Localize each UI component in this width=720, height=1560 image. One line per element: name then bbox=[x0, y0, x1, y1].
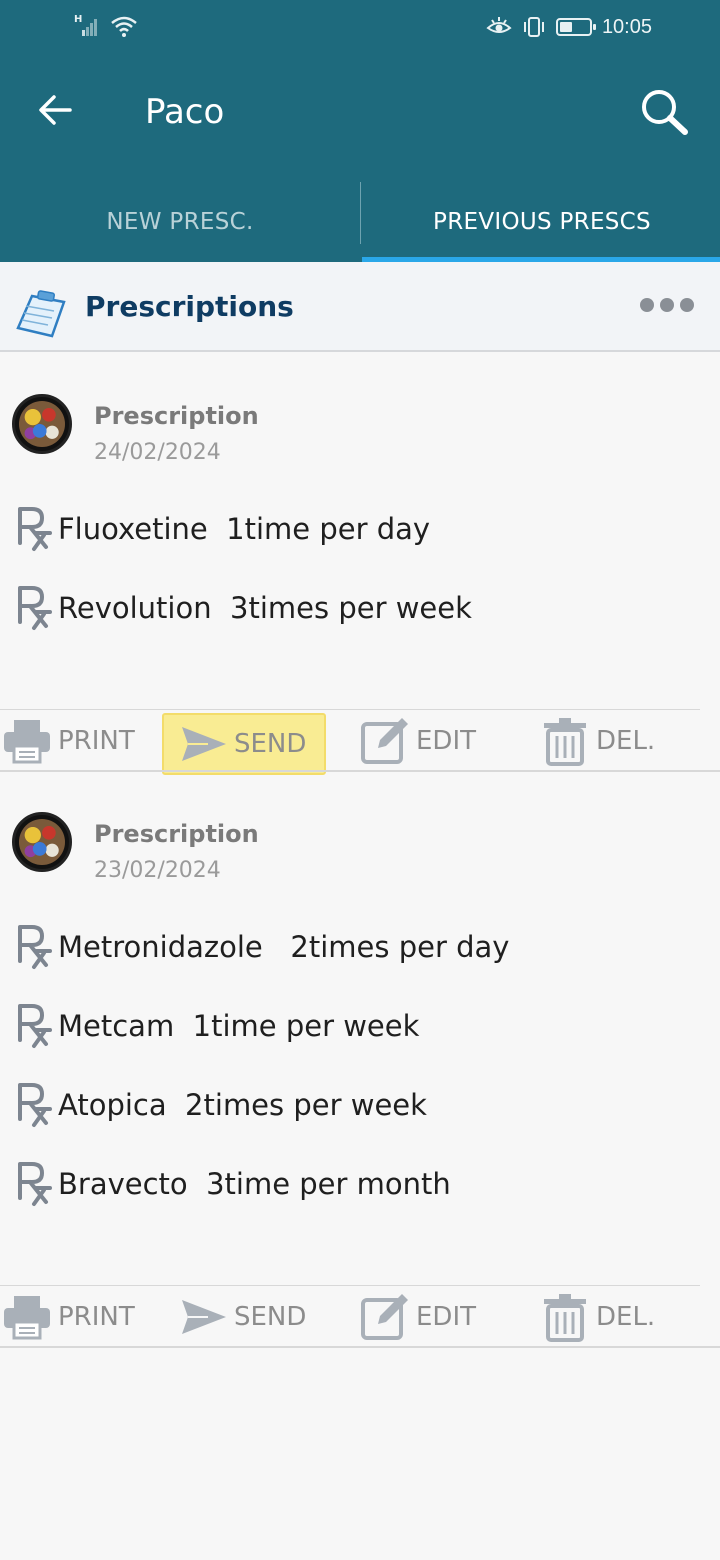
vibrate-icon bbox=[524, 17, 544, 37]
arrow-left-icon[interactable] bbox=[36, 90, 76, 130]
send-icon bbox=[182, 1300, 226, 1334]
medication-item: Revolution 3times per week bbox=[14, 583, 472, 633]
print-label: PRINT bbox=[58, 1302, 135, 1332]
clipboard-icon bbox=[16, 290, 66, 338]
section-header: Prescriptions bbox=[0, 262, 720, 352]
edit-button[interactable]: EDIT bbox=[360, 713, 476, 769]
medication-item: Metcam 1time per week bbox=[14, 1001, 419, 1051]
medication-text: Bravecto 3time per month bbox=[58, 1167, 451, 1201]
delete-button[interactable]: DEL. bbox=[540, 1289, 655, 1345]
prescription-card: Prescription 24/02/2024 Fluoxetine 1time… bbox=[0, 354, 720, 775]
edit-icon bbox=[361, 1294, 408, 1340]
trash-icon bbox=[544, 1294, 586, 1342]
printer-icon bbox=[4, 720, 50, 764]
search-icon[interactable] bbox=[638, 86, 690, 138]
delete-button[interactable]: DEL. bbox=[540, 713, 655, 769]
medication-text: Revolution 3times per week bbox=[58, 591, 472, 625]
app-header: H 10:05 Paco NEW PRESC. PREVIOUS PRESCS bbox=[0, 0, 720, 262]
pills-avatar bbox=[12, 812, 72, 872]
send-button[interactable]: SEND bbox=[178, 1289, 306, 1345]
prescription-card: Prescription 23/02/2024 Metronidazole 2t… bbox=[0, 772, 720, 1348]
edit-label: EDIT bbox=[416, 726, 476, 756]
more-horizontal-icon[interactable] bbox=[640, 298, 694, 312]
medication-item: Atopica 2times per week bbox=[14, 1080, 427, 1130]
clock: 10:05 bbox=[601, 16, 652, 38]
rx-icon bbox=[18, 586, 52, 630]
delete-label: DEL. bbox=[596, 1302, 656, 1332]
send-label: SEND bbox=[234, 729, 307, 759]
prescription-date: 23/02/2024 bbox=[94, 858, 221, 883]
medication-item: Fluoxetine 1time per day bbox=[14, 504, 430, 554]
medication-text: Metronidazole 2times per day bbox=[58, 930, 510, 964]
divider bbox=[0, 1285, 700, 1286]
print-button[interactable]: PRINT bbox=[2, 1289, 135, 1345]
print-label: PRINT bbox=[58, 726, 135, 756]
prescription-title: Prescription bbox=[94, 402, 259, 430]
tab-new-presc[interactable]: NEW PRESC. bbox=[0, 182, 360, 262]
send-label: SEND bbox=[234, 1302, 307, 1332]
card-separator bbox=[0, 1346, 720, 1348]
edit-icon bbox=[361, 718, 408, 764]
eye-comfort-icon bbox=[486, 17, 512, 33]
print-button[interactable]: PRINT bbox=[2, 713, 135, 769]
rx-icon bbox=[18, 1004, 52, 1048]
edit-button[interactable]: EDIT bbox=[360, 1289, 476, 1345]
send-button[interactable]: SEND bbox=[162, 713, 326, 775]
page-title: Paco bbox=[145, 92, 225, 132]
status-bar: H 10:05 bbox=[0, 0, 720, 56]
medication-item: Metronidazole 2times per day bbox=[14, 922, 509, 972]
medication-text: Metcam 1time per week bbox=[58, 1009, 420, 1043]
delete-label: DEL. bbox=[596, 726, 656, 756]
network-type-label: H bbox=[74, 14, 83, 25]
rx-icon bbox=[18, 507, 52, 551]
section-title: Prescriptions bbox=[85, 290, 294, 323]
tab-divider bbox=[360, 182, 361, 244]
pills-avatar bbox=[12, 394, 72, 454]
edit-label: EDIT bbox=[416, 1302, 476, 1332]
prescription-title: Prescription bbox=[94, 820, 259, 848]
medication-text: Atopica 2times per week bbox=[58, 1088, 427, 1122]
tab-previous-prescs[interactable]: PREVIOUS PRESCS bbox=[362, 182, 720, 262]
rx-icon bbox=[18, 1083, 52, 1127]
medication-text: Fluoxetine 1time per day bbox=[58, 512, 431, 546]
battery-icon bbox=[556, 18, 596, 36]
trash-icon bbox=[544, 718, 586, 766]
rx-icon bbox=[18, 1162, 52, 1206]
prescription-date: 24/02/2024 bbox=[94, 440, 221, 465]
medication-item: Bravecto 3time per month bbox=[14, 1159, 451, 1209]
printer-icon bbox=[4, 1296, 50, 1340]
signal-icon: H bbox=[74, 14, 100, 38]
divider bbox=[0, 709, 700, 710]
send-icon bbox=[182, 727, 226, 761]
rx-icon bbox=[18, 925, 52, 969]
wifi-icon bbox=[111, 16, 137, 37]
